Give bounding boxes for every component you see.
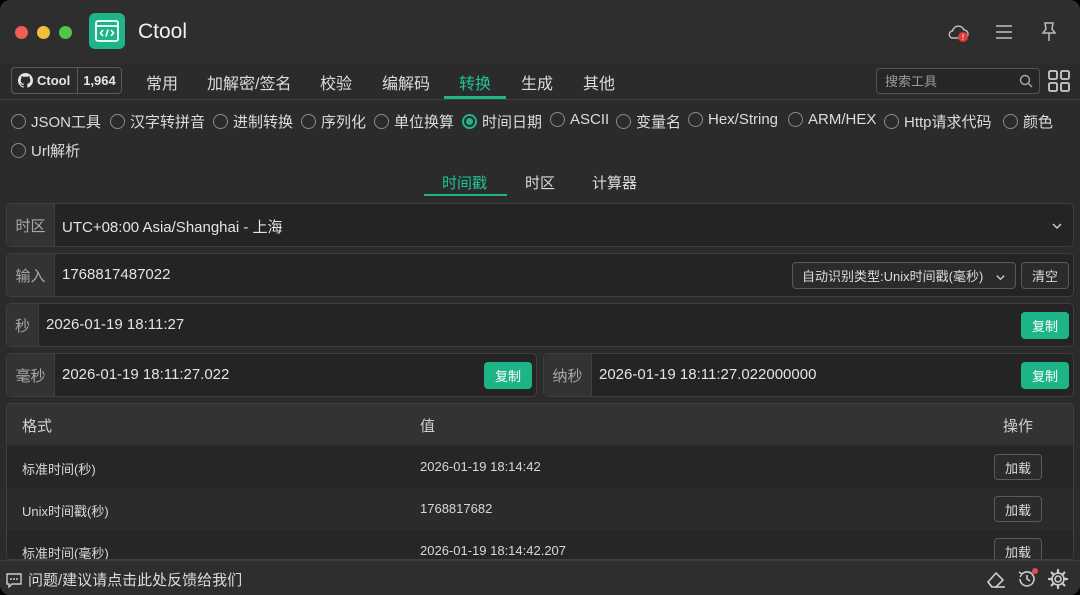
- load-button[interactable]: 加载: [994, 538, 1042, 559]
- tool-http[interactable]: Http请求代码: [884, 111, 992, 132]
- nanos-value[interactable]: 2026-01-19 18:11:27.022000000: [599, 366, 816, 383]
- feedback-link[interactable]: 问题/建议请点击此处反馈给我们: [6, 569, 242, 590]
- tool-color[interactable]: 颜色: [1003, 111, 1053, 132]
- app-title: Ctool: [138, 20, 188, 43]
- nav-verify[interactable]: 校验: [320, 70, 352, 94]
- tool-radix[interactable]: 进制转换: [213, 111, 293, 132]
- tool-hexstring[interactable]: Hex/String: [688, 111, 778, 128]
- load-button[interactable]: 加载: [994, 496, 1042, 522]
- maximize-window-button[interactable]: [59, 26, 72, 39]
- nav-convert[interactable]: 转换: [459, 70, 491, 94]
- timestamp-input[interactable]: 1768817487022: [62, 266, 170, 283]
- millis-row: 毫秒 2026-01-19 18:11:27.022 复制: [6, 353, 537, 397]
- tool-unit[interactable]: 单位换算: [374, 111, 454, 132]
- eraser-icon[interactable]: [985, 568, 1007, 595]
- timezone-value: UTC+08:00 Asia/Shanghai - 上海: [62, 219, 283, 236]
- search-input[interactable]: [885, 72, 1015, 91]
- row-value: 1768817682: [420, 501, 493, 516]
- active-subtab-indicator: [424, 194, 507, 196]
- copy-nanos-button[interactable]: 复制: [1021, 362, 1069, 389]
- tab-timezone[interactable]: 时区: [525, 172, 555, 193]
- menu-icon[interactable]: [992, 20, 1016, 44]
- chevron-down-icon: [995, 271, 1006, 286]
- table-row: Unix时间戳(秒) 1768817682 加载: [7, 488, 1073, 530]
- status-bar: 问题/建议请点击此处反馈给我们: [0, 560, 1080, 595]
- tab-timestamp[interactable]: 时间戳: [442, 172, 487, 193]
- row-format: Unix时间戳(秒): [22, 504, 109, 519]
- title-bar: Ctool !: [0, 0, 1080, 64]
- minimize-window-button[interactable]: [37, 26, 50, 39]
- input-row: 输入 1768817487022 自动识别类型:Unix时间戳(毫秒) 清空: [6, 253, 1074, 297]
- millis-label: 毫秒: [7, 354, 55, 396]
- tool-serialize[interactable]: 序列化: [301, 111, 366, 132]
- table-row: 标准时间(毫秒) 2026-01-19 18:14:42.207 加载: [7, 530, 1073, 560]
- tool-armhex[interactable]: ARM/HEX: [788, 111, 876, 128]
- pin-icon[interactable]: [1037, 20, 1061, 44]
- timezone-select[interactable]: 时区 UTC+08:00 Asia/Shanghai - 上海: [6, 203, 1074, 247]
- nav-other[interactable]: 其他: [583, 70, 615, 94]
- nav-encode[interactable]: 编解码: [382, 70, 430, 94]
- tool-varname[interactable]: 变量名: [616, 111, 681, 132]
- header-action: 操作: [1003, 418, 1034, 435]
- table-header: 格式 值 操作: [7, 404, 1073, 444]
- github-star-count: 1,964: [83, 73, 116, 88]
- nav-common[interactable]: 常用: [146, 70, 178, 94]
- history-icon[interactable]: [1016, 568, 1038, 595]
- app-window: Ctool ! Ctool 1,964 常用 加解密/签名 校验 编解码 转换 …: [0, 0, 1080, 595]
- copy-seconds-button[interactable]: 复制: [1021, 312, 1069, 339]
- input-type-select[interactable]: 自动识别类型:Unix时间戳(毫秒): [792, 262, 1016, 289]
- header-value: 值: [420, 418, 436, 435]
- timezone-label: 时区: [7, 204, 55, 246]
- copy-millis-button[interactable]: 复制: [484, 362, 532, 389]
- row-value: 2026-01-19 18:14:42: [420, 459, 541, 474]
- nanos-row: 纳秒 2026-01-19 18:11:27.022000000 复制: [543, 353, 1074, 397]
- search-icon[interactable]: [1019, 74, 1033, 93]
- svg-text:!: !: [961, 33, 964, 42]
- nanos-label: 纳秒: [544, 354, 592, 396]
- gear-icon[interactable]: [1047, 568, 1069, 595]
- tool-json[interactable]: JSON工具: [11, 111, 101, 132]
- clear-button[interactable]: 清空: [1021, 262, 1069, 289]
- table-row: 标准时间(秒) 2026-01-19 18:14:42 加载: [7, 446, 1073, 488]
- seconds-label: 秒: [7, 304, 39, 346]
- cloud-alert-icon[interactable]: !: [947, 20, 971, 44]
- close-window-button[interactable]: [15, 26, 28, 39]
- tool-url[interactable]: Url解析: [11, 140, 80, 161]
- github-star-badge[interactable]: Ctool 1,964: [11, 67, 122, 94]
- format-table: 格式 值 操作 标准时间(秒) 2026-01-19 18:14:42 加载 U…: [6, 403, 1074, 560]
- chat-icon: [6, 572, 22, 588]
- header-format: 格式: [22, 418, 53, 435]
- millis-value[interactable]: 2026-01-19 18:11:27.022: [62, 366, 229, 383]
- github-label: Ctool: [37, 73, 71, 88]
- tool-datetime[interactable]: 时间日期: [462, 111, 542, 132]
- chevron-down-icon: [1051, 219, 1063, 237]
- github-icon: [18, 73, 33, 88]
- grid-icon[interactable]: [1048, 70, 1070, 97]
- tool-search: [876, 68, 1040, 94]
- load-button[interactable]: 加载: [994, 454, 1042, 480]
- row-format: 标准时间(秒): [22, 462, 96, 477]
- input-type-value: 自动识别类型:Unix时间戳(毫秒): [802, 269, 984, 284]
- seconds-value[interactable]: 2026-01-19 18:11:27: [46, 316, 184, 333]
- input-label: 输入: [7, 254, 55, 296]
- feedback-text: 问题/建议请点击此处反馈给我们: [28, 572, 243, 589]
- tool-ascii[interactable]: ASCII: [550, 111, 609, 128]
- tool-pinyin[interactable]: 汉字转拼音: [110, 111, 205, 132]
- row-format: 标准时间(毫秒): [22, 546, 109, 560]
- nav-divider: [0, 99, 1080, 100]
- nav-crypto[interactable]: 加解密/签名: [207, 70, 291, 94]
- nav-generate[interactable]: 生成: [521, 70, 553, 94]
- tab-calculator[interactable]: 计算器: [592, 172, 637, 193]
- app-logo-icon: [89, 13, 125, 49]
- row-value: 2026-01-19 18:14:42.207: [420, 543, 567, 558]
- seconds-row: 秒 2026-01-19 18:11:27 复制: [6, 303, 1074, 347]
